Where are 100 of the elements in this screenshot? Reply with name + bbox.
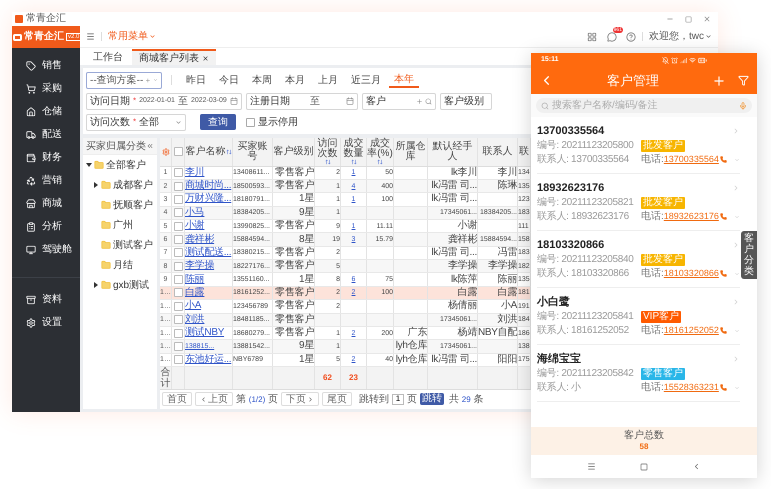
home-icon[interactable] xyxy=(640,462,648,470)
previous-page-button[interactable]: 上页 xyxy=(195,392,233,406)
sidebar-item[interactable]: 资料 xyxy=(12,288,80,311)
date-range-button[interactable]: 上月 xyxy=(313,72,343,88)
sidebar-item[interactable]: 设置 xyxy=(12,311,80,334)
customer-link[interactable]: 李川 xyxy=(185,168,204,178)
sort-icon[interactable] xyxy=(350,158,356,165)
checkbox[interactable] xyxy=(174,315,182,324)
sidebar-item[interactable]: 财务 xyxy=(12,146,80,169)
tree-item[interactable]: gxb测试 xyxy=(113,278,150,292)
tree-item[interactable]: 全部客户 xyxy=(106,158,146,172)
customer-link[interactable]: 商城时尚... xyxy=(185,181,232,192)
column-header[interactable]: 客户名称 xyxy=(186,146,232,157)
checkbox[interactable] xyxy=(174,147,182,156)
next-page-button[interactable]: 下页 xyxy=(281,392,320,406)
jump-button[interactable]: 跳转 xyxy=(420,393,444,406)
tree-item[interactable]: 抚顺客户 xyxy=(113,198,153,212)
checkbox[interactable] xyxy=(174,288,182,298)
checkbox[interactable] xyxy=(246,118,255,126)
sidebar-item[interactable]: 仓储 xyxy=(12,100,80,123)
chevron-right-icon[interactable] xyxy=(732,298,740,306)
menu-icon[interactable] xyxy=(86,32,95,41)
text-field[interactable]: 客户级别 xyxy=(440,92,492,110)
first-page-button[interactable]: 首页 xyxy=(162,392,192,406)
chevron-right-icon[interactable] xyxy=(732,127,740,135)
checkbox[interactable] xyxy=(174,208,182,218)
sidebar-item[interactable]: 商城 xyxy=(12,192,80,215)
customer-link[interactable]: 陈丽 xyxy=(185,274,204,285)
chevron-right-icon[interactable] xyxy=(732,355,740,363)
column-header[interactable]: 访问次数 xyxy=(315,138,340,165)
filter-icon[interactable] xyxy=(738,75,749,86)
customer-card[interactable]: 海绵宝宝 编号: 20211123205842 零售客户 联系人: 小 电话:15528363231 xyxy=(537,345,740,402)
tree-item[interactable]: 广州 xyxy=(113,218,133,232)
checkbox[interactable] xyxy=(174,222,182,231)
customer-link[interactable]: 小A xyxy=(185,301,202,312)
customer-card[interactable]: 13700335564 编号: 20211123205800 批发客户 联系人: 13700335564 电话:13700335564 xyxy=(537,117,740,174)
phone-icon[interactable] xyxy=(720,327,727,334)
checkbox[interactable] xyxy=(174,248,182,258)
customer-link[interactable]: 刘洪 xyxy=(185,314,204,325)
grid-icon[interactable] xyxy=(587,32,597,42)
calendar-icon[interactable] xyxy=(230,97,238,105)
chevron-down-icon[interactable] xyxy=(734,270,740,276)
back-icon[interactable] xyxy=(692,462,701,471)
checkbox[interactable] xyxy=(174,182,182,191)
customer-card[interactable]: 小白鹭 编号: 20211123205841 VIP客户 联系人: 18161252052 电话:18161252052 xyxy=(537,288,740,345)
phone-icon[interactable] xyxy=(720,213,727,220)
sidebar-item[interactable]: 采购 xyxy=(12,77,80,100)
checkbox[interactable] xyxy=(174,168,182,178)
date-range-field[interactable]: 注册日期 至 xyxy=(246,92,358,110)
customer-card[interactable]: 18932623176 编号: 20211123205821 批发客户 联系人: 18932623176 电话:18932623176 xyxy=(537,174,740,231)
settings-icon[interactable] xyxy=(162,148,170,156)
close-tab-icon[interactable] xyxy=(202,54,209,62)
checkbox[interactable] xyxy=(174,262,182,271)
customer-link[interactable]: 小马 xyxy=(185,208,204,218)
date-range-button[interactable]: 本年 xyxy=(389,72,419,88)
date-range-button[interactable]: 近三月 xyxy=(346,72,386,88)
select-field[interactable]: 访问次数 * 全部 xyxy=(86,114,186,130)
customer-card[interactable]: 18103320866 编号: 20211123205840 批发客户 联系人: 18103320866 电话:18103320866 xyxy=(537,231,740,288)
phone-icon[interactable] xyxy=(720,384,727,391)
chevron-down-icon[interactable] xyxy=(734,214,740,220)
caret-icon[interactable] xyxy=(93,282,99,288)
sidebar-item[interactable]: 驾驶舱 xyxy=(12,238,80,261)
phone-icon[interactable] xyxy=(720,270,727,277)
sidebar-item[interactable]: 配送 xyxy=(12,123,80,146)
tree-item[interactable]: 月结 xyxy=(113,258,133,272)
sidebar-item[interactable]: 销售 xyxy=(12,54,80,77)
chevron-down-icon[interactable] xyxy=(734,384,740,390)
calendar-icon[interactable] xyxy=(346,97,354,105)
sort-icon[interactable] xyxy=(377,158,383,165)
sidebar-item[interactable]: 营销 xyxy=(12,169,80,192)
chevron-down-icon[interactable] xyxy=(734,156,740,162)
column-header[interactable]: 成交率(%) xyxy=(367,138,393,165)
category-side-tab[interactable]: 客户分类 xyxy=(741,231,757,279)
checkbox[interactable] xyxy=(174,194,182,204)
checkbox[interactable] xyxy=(174,302,182,311)
checkbox[interactable] xyxy=(174,342,182,351)
query-scheme-select[interactable]: --查询方案-- xyxy=(86,72,162,88)
tab[interactable]: 商城客户列表 xyxy=(132,49,216,65)
checkbox[interactable] xyxy=(174,235,182,244)
page-input[interactable]: 1 xyxy=(392,394,404,405)
lookup-field[interactable]: 客户 xyxy=(362,92,436,110)
customer-link[interactable]: 东池好运... xyxy=(185,354,232,365)
tab[interactable]: 工作台 xyxy=(86,49,130,65)
chevron-right-icon[interactable] xyxy=(732,184,740,192)
last-page-button[interactable]: 尾页 xyxy=(322,392,352,406)
search-icon[interactable] xyxy=(424,98,432,104)
checkbox[interactable] xyxy=(174,275,182,284)
tree-item[interactable]: 成都客户 xyxy=(113,178,153,192)
add-icon[interactable] xyxy=(712,74,726,88)
maximize-icon[interactable] xyxy=(685,16,692,22)
chevron-down-icon[interactable] xyxy=(734,328,740,334)
customer-link[interactable]: 测试配送... xyxy=(185,248,232,258)
date-range-button[interactable]: 本周 xyxy=(247,72,277,88)
help-icon[interactable] xyxy=(626,32,636,42)
date-range-button[interactable]: 昨日 xyxy=(181,72,211,88)
close-icon[interactable] xyxy=(703,15,711,23)
checkbox[interactable] xyxy=(174,328,182,338)
column-header[interactable]: 成交数量 xyxy=(341,138,366,165)
mic-icon[interactable] xyxy=(739,102,747,110)
customer-link[interactable]: 测试NBY xyxy=(185,328,224,338)
